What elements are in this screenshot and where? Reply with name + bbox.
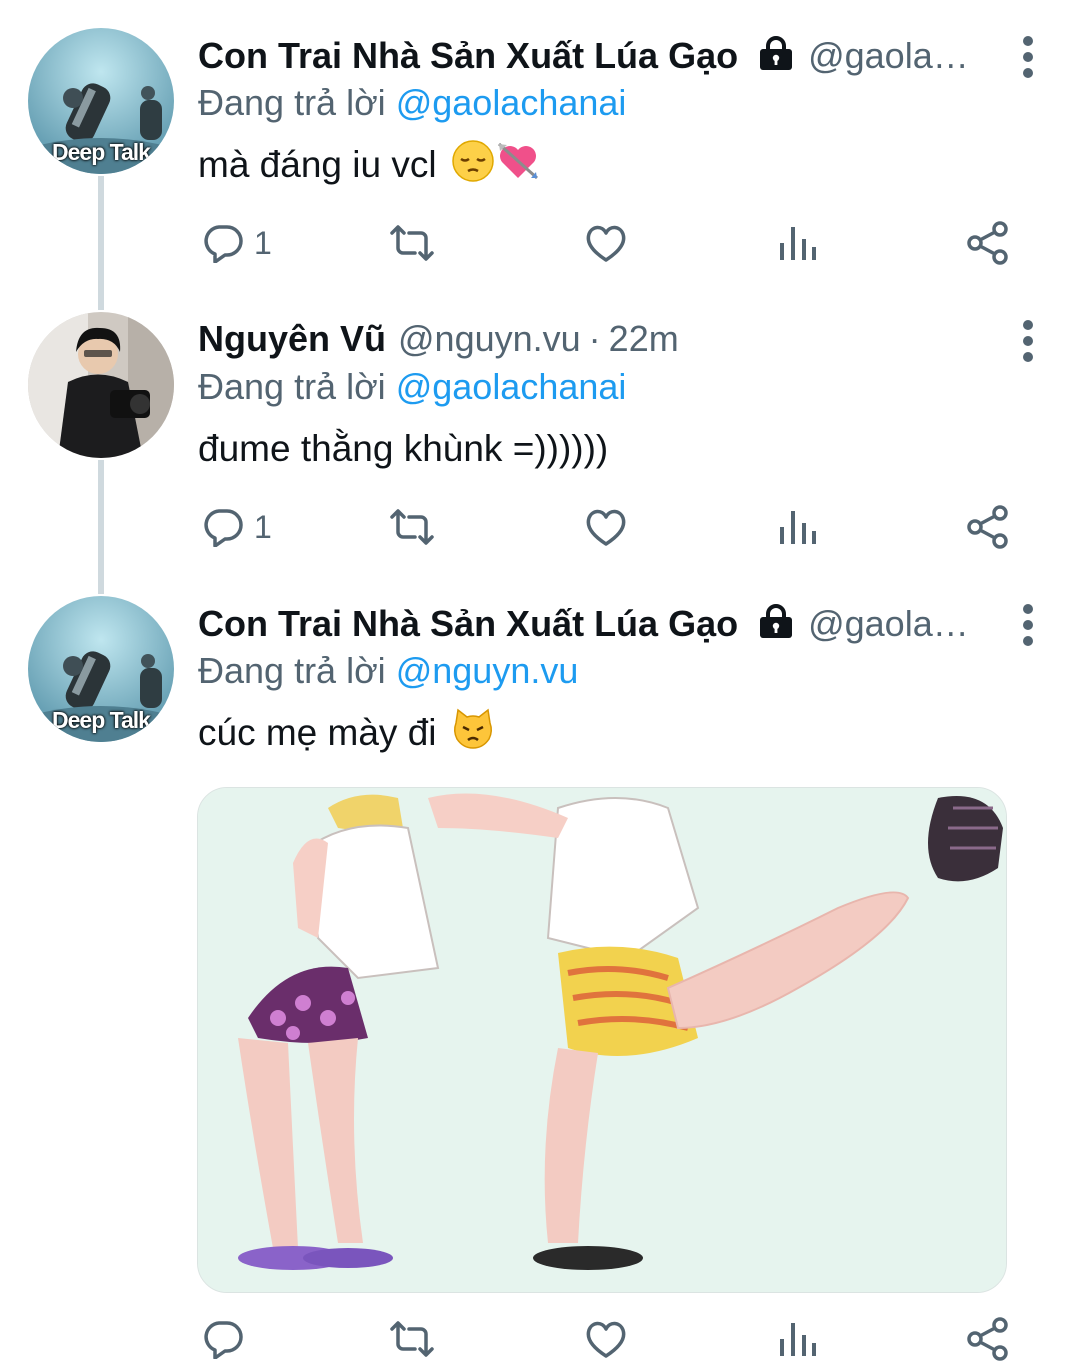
reply-button[interactable]: 1 [202,218,272,268]
retweet-icon [390,1321,434,1357]
tweet-text: mà đáng iu vcl [198,139,541,188]
reply-mention-link[interactable]: @gaolachanai [396,82,627,123]
author-handle[interactable]: @nguyn.vu [398,318,581,360]
analytics-button[interactable] [778,218,818,268]
tweet-header: Con Trai Nhà Sản Xuất Lúa Gạo @gaola… [198,602,980,650]
share-icon [967,505,1008,549]
tweet-header: Con Trai Nhà Sản Xuất Lúa Gạo @gaola… [198,34,980,82]
avatar-photographer-icon [28,312,174,458]
reply-prefix: Đang trả lời [198,366,386,407]
analytics-icon [780,227,816,260]
heart-arrow-emoji-icon [495,138,541,193]
share-button[interactable] [966,502,1010,552]
share-icon [967,221,1008,265]
reply-context: Đang trả lời @gaolachanai [198,366,626,408]
avatar[interactable] [28,312,174,458]
analytics-icon [780,1323,816,1356]
retweet-icon [390,225,434,261]
lock-icon [756,604,796,638]
like-button[interactable] [584,502,628,552]
reply-count: 1 [254,508,272,545]
share-button[interactable] [966,1314,1010,1364]
retweet-button[interactable] [388,502,436,552]
retweet-button[interactable] [388,218,436,268]
share-button[interactable] [966,218,1010,268]
reply-prefix: Đang trả lời [198,82,386,123]
more-icon[interactable] [1020,320,1036,362]
tweet-media-image[interactable] [197,787,1007,1293]
lock-icon [756,36,796,70]
separator: · [588,318,601,359]
retweet-icon [390,509,434,545]
tweet-text-content: mà đáng iu vcl [198,144,437,185]
author-handle[interactable]: @gaola… [808,35,969,77]
reply-mention-link[interactable]: @nguyn.vu [396,650,579,691]
tweet-header: Nguyên Vũ @nguyn.vu · 22m [198,318,980,366]
share-icon [967,1317,1008,1361]
reply-icon [204,1321,243,1359]
like-icon [586,509,626,546]
pensive-emoji-icon [451,139,495,192]
reply-icon [204,225,243,263]
analytics-button[interactable] [778,1314,818,1364]
tweet-text-content: đume thằng khùnk =)))))) [198,428,609,469]
reply-icon [204,509,243,547]
like-icon [586,1321,626,1358]
tweet[interactable]: Deep Talk Con Trai Nhà Sản Xuất Lúa Gạo … [0,574,1080,1371]
avatar[interactable]: Deep Talk [28,596,174,742]
avatar-caption: Deep Talk [52,139,151,165]
tweet-actions: 1 [198,218,1018,268]
author-handle[interactable]: @gaola… [808,603,969,645]
tweet[interactable]: Nguyên Vũ @nguyn.vu · 22m Đang trả lời @… [0,290,1080,574]
tweet-text: cúc mẹ mày đi [198,708,495,756]
avatar-caption: Deep Talk [52,707,151,733]
tweet-text-content: cúc mẹ mày đi [198,712,437,753]
pouting-cat-emoji-icon [451,707,495,760]
tweet-actions [198,1314,1018,1364]
author-name[interactable]: Nguyên Vũ [198,318,386,360]
tweet[interactable]: Deep Talk Con Trai Nhà Sản Xuất Lúa Gạo … [0,0,1080,290]
more-icon[interactable] [1020,604,1036,646]
like-button[interactable] [584,218,628,268]
reply-count: 1 [254,224,272,261]
tweet-actions: 1 [198,502,1018,552]
reply-prefix: Đang trả lời [198,650,386,691]
reply-button[interactable] [202,1314,244,1364]
tweet-text: đume thằng khùnk =)))))) [198,426,608,472]
avatar[interactable]: Deep Talk [28,28,174,174]
author-name[interactable]: Con Trai Nhà Sản Xuất Lúa Gạo [198,35,738,77]
like-button[interactable] [584,1314,628,1364]
analytics-icon [780,511,816,544]
reply-button[interactable]: 1 [202,502,272,552]
author-name[interactable]: Con Trai Nhà Sản Xuất Lúa Gạo [198,603,738,645]
analytics-button[interactable] [778,502,818,552]
reply-mention-link[interactable]: @gaolachanai [396,366,627,407]
more-icon[interactable] [1020,36,1036,78]
retweet-button[interactable] [388,1314,436,1364]
reply-context: Đang trả lời @gaolachanai [198,82,626,124]
reply-context: Đang trả lời @nguyn.vu [198,650,578,692]
like-icon [586,225,626,262]
tweet-time[interactable]: 22m [609,318,679,360]
anime-kick-illustration [198,788,1006,1292]
